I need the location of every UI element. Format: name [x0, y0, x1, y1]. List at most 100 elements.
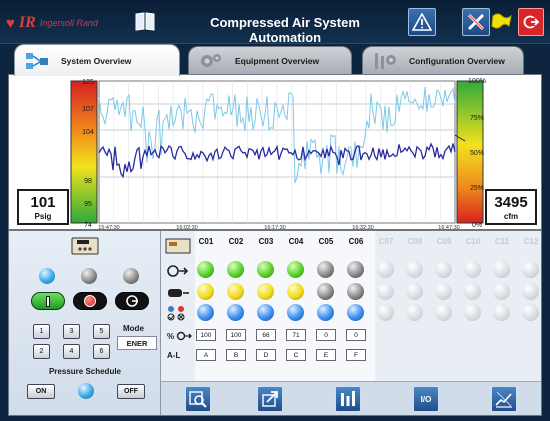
load-indicator-c03[interactable] [257, 283, 274, 300]
tools-button[interactable] [462, 8, 490, 36]
compressor-icon [165, 238, 191, 254]
pressure-tick-label: 125 [82, 79, 94, 86]
tab-label: Equipment Overview [235, 55, 320, 66]
compressor-header-c12[interactable]: C12 [518, 237, 544, 246]
sequence-value-c06[interactable]: F [346, 349, 366, 361]
load-indicator-c02[interactable] [227, 283, 244, 300]
warning-icon [412, 13, 432, 31]
sequence-key-5[interactable]: 5 [93, 324, 110, 339]
load-indicator-c05[interactable] [317, 283, 334, 300]
select-indicator-c04[interactable] [287, 304, 304, 321]
app-window: ♥ IR Ingersoll Rand Compressed Air Syste… [0, 0, 550, 421]
status-indicator-c01[interactable] [197, 261, 214, 278]
start-button[interactable] [31, 292, 65, 310]
stop-button[interactable] [73, 292, 107, 310]
warning-button[interactable] [408, 8, 436, 36]
load-indicator-c01[interactable] [197, 283, 214, 300]
percent-row-label: % [167, 331, 193, 341]
compressor-header-c01[interactable]: C01 [193, 237, 219, 246]
remote-button[interactable] [115, 292, 149, 310]
schedule-off-button[interactable]: OFF [117, 384, 145, 399]
reports-button[interactable] [335, 386, 361, 412]
exit-icon [523, 15, 540, 29]
stop-icon [84, 295, 96, 307]
percent-value-c05: 0 [316, 329, 336, 341]
export-button[interactable] [257, 386, 283, 412]
status-light-blue [39, 268, 55, 284]
status-indicator-c06[interactable] [347, 261, 364, 278]
bottom-nav: I/O [161, 381, 541, 415]
compressor-grid: % A-L C01 100 A C02 100 B C03 66 D C04 71 C C05 0 E C06… [161, 231, 541, 381]
flow-percent-tick-label: 0% [472, 222, 482, 229]
flag-button[interactable] [490, 8, 514, 36]
io-label: I/O [420, 394, 432, 404]
schedule-on-button[interactable]: ON [27, 384, 55, 399]
compressor-header-c08[interactable]: C08 [402, 237, 428, 246]
overview-search-button[interactable] [185, 386, 211, 412]
pressure-tick-label: 95 [84, 201, 92, 208]
sequence-key-6[interactable]: 6 [93, 344, 110, 359]
compressor-header-c04[interactable]: C04 [283, 237, 309, 246]
select-indicator-c06[interactable] [347, 304, 364, 321]
book-icon[interactable] [134, 10, 156, 32]
load-indicator-c06[interactable] [347, 283, 364, 300]
status-indicator-c09 [435, 261, 452, 278]
flow-percent-tick-label: 75% [470, 115, 484, 122]
load-indicator-c12 [522, 283, 539, 300]
system-overview-icon [26, 52, 48, 69]
status-row-icon [167, 265, 189, 277]
compressor-header-c05[interactable]: C05 [313, 237, 339, 246]
gears-icon [201, 53, 221, 67]
status-indicator-c03[interactable] [257, 261, 274, 278]
status-indicator-c12 [522, 261, 539, 278]
sequence-value-c03[interactable]: D [256, 349, 276, 361]
status-indicator-c02[interactable] [227, 261, 244, 278]
tab-configuration-overview[interactable]: Configuration Overview [362, 46, 524, 74]
sequence-key-4[interactable]: 4 [63, 344, 80, 359]
status-indicator-c07 [377, 261, 394, 278]
compressor-header-c02[interactable]: C02 [223, 237, 249, 246]
status-indicator-c10 [464, 261, 481, 278]
io-button[interactable]: I/O [413, 386, 439, 412]
search-icon [189, 391, 207, 408]
sequence-value-c01[interactable]: A [196, 349, 216, 361]
status-indicator-c04[interactable] [287, 261, 304, 278]
compressor-header-c10[interactable]: C10 [460, 237, 486, 246]
brand-mark: IR [18, 14, 36, 31]
tab-system-overview[interactable]: System Overview [14, 44, 180, 76]
compressor-header-c03[interactable]: C03 [253, 237, 279, 246]
select-indicator-c02[interactable] [227, 304, 244, 321]
select-row-icon [167, 306, 185, 321]
sequence-key-1[interactable]: 1 [33, 324, 50, 339]
trend-edit-button[interactable] [491, 386, 517, 412]
sequence-key-3[interactable]: 3 [63, 324, 80, 339]
compressor-header-c11[interactable]: C11 [489, 237, 515, 246]
status-indicator-c05[interactable] [317, 261, 334, 278]
percent-value-c03: 66 [256, 329, 276, 341]
brand-name: Ingersoll Rand [39, 18, 98, 28]
exit-button[interactable] [518, 8, 544, 36]
sequence-value-c05[interactable]: E [316, 349, 336, 361]
load-indicator-c08 [406, 283, 423, 300]
mode-value-field[interactable]: ENER [117, 336, 157, 350]
sequence-value-c02[interactable]: B [226, 349, 246, 361]
export-icon [262, 391, 278, 407]
load-indicator-c10 [464, 283, 481, 300]
sequence-key-2[interactable]: 2 [33, 344, 50, 359]
pressure-tick-label: 104 [82, 129, 94, 136]
pressure-tick-label: 74 [84, 222, 92, 229]
tab-equipment-overview[interactable]: Equipment Overview [188, 46, 352, 74]
sequence-value-c04[interactable]: C [286, 349, 306, 361]
compressor-header-c06[interactable]: C06 [343, 237, 369, 246]
select-indicator-c03[interactable] [257, 304, 274, 321]
select-indicator-c01[interactable] [197, 304, 214, 321]
compressor-header-c07[interactable]: C07 [373, 237, 399, 246]
app-title: Compressed Air System Automation [210, 15, 360, 45]
select-indicator-c05[interactable] [317, 304, 334, 321]
trend-chart: 125107104989574 100%75%50%25%0% 15:47:30… [70, 78, 486, 231]
controller-device-icon[interactable] [71, 237, 99, 255]
load-indicator-c04[interactable] [287, 283, 304, 300]
flow-percent-tick-label: 100% [468, 78, 486, 85]
brand-logo: ♥ IR Ingersoll Rand [6, 12, 98, 34]
compressor-header-c09[interactable]: C09 [431, 237, 457, 246]
